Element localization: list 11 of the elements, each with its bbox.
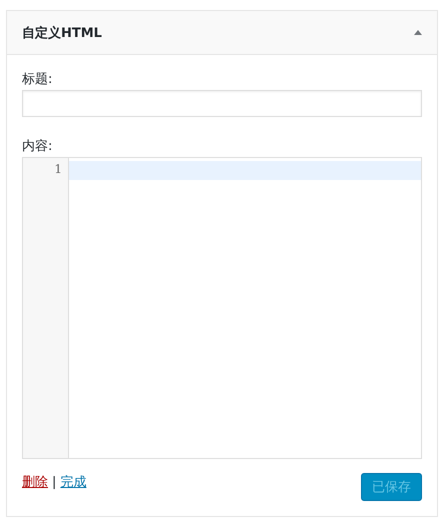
widget-title: 自定义HTML — [22, 24, 102, 42]
done-link[interactable]: 完成 — [60, 473, 86, 491]
line-number: 1 — [53, 161, 63, 176]
field-label: 标题: — [22, 71, 54, 88]
field-label: 内容: — [22, 138, 54, 155]
widget-header[interactable]: 自定义HTML — [7, 11, 437, 55]
delete-link[interactable]: 删除 — [22, 473, 48, 491]
code-editor[interactable]: 1 — [22, 157, 422, 459]
collapse-arrow-icon[interactable] — [414, 30, 422, 35]
link-separator: | — [52, 474, 56, 490]
title-input[interactable] — [22, 90, 422, 117]
